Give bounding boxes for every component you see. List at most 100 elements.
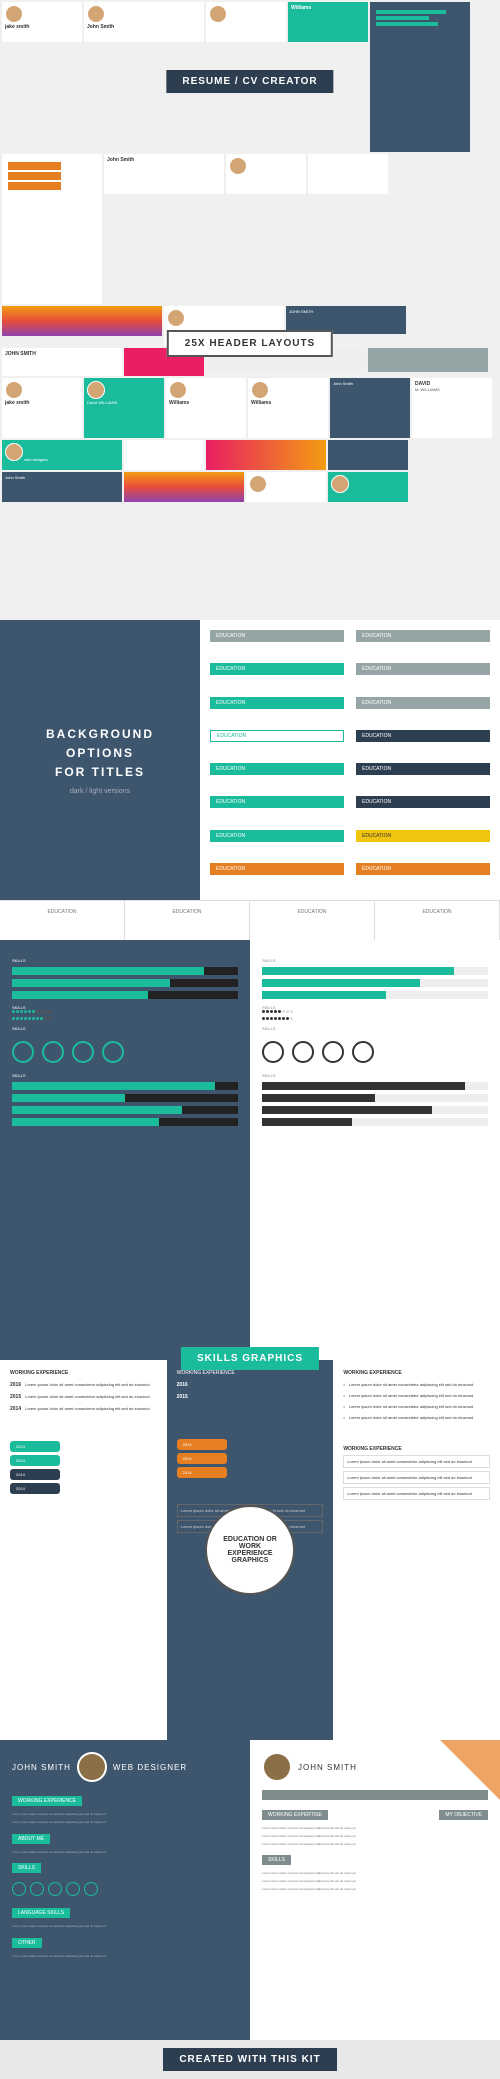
resume-light: JOHN SMITH WORKING EXPERTISE MY OBJECTIV… [250, 1740, 500, 2040]
skill-circle [30, 1882, 44, 1896]
header-thumb: John Smith [330, 378, 410, 438]
skill-bar [12, 991, 238, 999]
header-thumb: jake smith [2, 378, 82, 438]
skills-label: SKILLS [12, 1073, 238, 1078]
avatar [87, 5, 105, 23]
experience-section: WORKING EXPERIENCE 2016 Lorem ipsum dolor… [0, 1360, 500, 1740]
skill-bar [12, 1106, 238, 1114]
section-title: SKILLS [262, 1855, 291, 1865]
skill-bar [262, 979, 488, 987]
tab: EDUCATION [375, 901, 500, 940]
lorem: Lorem ipsum dolor sit amet consectetur a… [25, 1382, 150, 1388]
title-style: EDUCATION [356, 730, 490, 742]
skill-circle [12, 1041, 34, 1063]
timeline-item: 2014Lorem ipsum dolor sit amet consectet… [10, 1406, 157, 1412]
skill-circle [12, 1882, 26, 1896]
skills-label: SKILLS [12, 1026, 238, 1031]
year: 2015 [177, 1394, 188, 1400]
resume-header: JOHN SMITH WEB DESIGNER [12, 1752, 238, 1782]
skill-circles [12, 1041, 238, 1063]
year: 2016 [10, 1382, 21, 1388]
exp-heading: WORKING EXPERIENCE [343, 1446, 490, 1452]
avatar [5, 381, 23, 399]
avatar [77, 1752, 107, 1782]
title-style: EDUCATION [210, 663, 344, 675]
header-thumb-sunset [2, 306, 162, 336]
title-style: EDUCATION [210, 830, 344, 842]
year-bubble: 2014 [177, 1467, 227, 1478]
resume-name: JOHN SMITH [12, 1763, 71, 1772]
avatar [262, 1752, 292, 1782]
tab: EDUCATION [125, 901, 250, 940]
year: 2015 [10, 1394, 21, 1400]
resume-name: JOHN SMITH [298, 1763, 357, 1772]
skill-bar [12, 1082, 238, 1090]
resume-preview-light [2, 154, 102, 304]
skill-bar [262, 1082, 488, 1090]
year: 2016 [177, 1382, 188, 1388]
exp-box: Lorem ipsum dolor sit amet consectetur a… [343, 1455, 490, 1468]
section-title: WORKING EXPERTISE [262, 1810, 328, 1820]
contact-bar [262, 1790, 488, 1800]
header-thumb: John Smith [104, 154, 224, 194]
header-thumb: DAVIDM. WILLIAMS [412, 378, 492, 438]
year-bubble: 2014 [10, 1455, 60, 1466]
tab: EDUCATION [250, 901, 375, 940]
body-text: Lorem ipsum dolor sit amet consectetur a… [12, 1850, 238, 1855]
year-bubble: 2014 [10, 1441, 60, 1452]
header-thumb: John Smith [2, 472, 122, 502]
section-title: SKILLS [12, 1863, 41, 1873]
headers-section: jake smith John Smith Williams John Smit… [0, 0, 500, 620]
title-style: EDUCATION [210, 863, 344, 875]
card-name: John Smith [87, 24, 201, 30]
lorem: Lorem ipsum dolor sit amet consectetur a… [25, 1394, 150, 1400]
card-name: Williams [169, 400, 243, 406]
skill-circles [262, 1041, 488, 1063]
body-text: Lorem ipsum dolor sit amet consectetur a… [262, 1871, 488, 1876]
exp-box: Lorem ipsum dolor sit amet consectetur a… [343, 1471, 490, 1484]
card-name: jake smith [5, 24, 79, 30]
skills-label: SKILLS [262, 1026, 488, 1031]
title-tabs: EDUCATION EDUCATION EDUCATION EDUCATION [0, 900, 500, 940]
body-text: Lorem ipsum dolor sit amet consectetur a… [262, 1879, 488, 1884]
year-bubble: 2014 [177, 1453, 227, 1464]
tab: EDUCATION [0, 901, 125, 940]
skills-dark: SKILLS SKILLS SKILLS SKILLS [0, 940, 250, 1360]
avatar [229, 157, 247, 175]
header-thumb [328, 440, 408, 470]
body-text: Lorem ipsum dolor sit amet consectetur a… [262, 1826, 488, 1831]
skill-bar [262, 1094, 488, 1102]
timeline-item: 2016 Lorem ipsum dolor sit amet consectet… [10, 1382, 157, 1388]
header-thumb: web designer [2, 440, 122, 470]
skill-bar [12, 967, 238, 975]
card-name: John Smith [333, 381, 407, 386]
skill-circles [12, 1882, 238, 1896]
skill-circle [102, 1041, 124, 1063]
title-style: EDUCATION [210, 763, 344, 775]
header-thumb [124, 440, 204, 470]
avatar [209, 5, 227, 23]
body-text: Lorem ipsum dolor sit amet consectetur a… [12, 1954, 238, 1959]
header-thumb [368, 348, 488, 372]
titles-intro: BACKGROUND OPTIONS FOR TITLES dark / lig… [0, 620, 200, 900]
title-style: EDUCATION [356, 763, 490, 775]
exp-heading: WORKING EXPERIENCE [343, 1370, 490, 1376]
body-text: Lorem ipsum dolor sit amet consectetur a… [262, 1842, 488, 1847]
body-text: Lorem ipsum dolor sit amet consectetur a… [262, 1887, 488, 1892]
body-text: Lorem ipsum dolor sit amet consectetur a… [12, 1820, 238, 1825]
timeline-item: • Lorem ipsum dolor sit amet consectetur… [343, 1393, 490, 1398]
skill-circle [84, 1882, 98, 1896]
card-name: jake smith [5, 400, 79, 406]
header-thumb: Williams [248, 378, 328, 438]
section-title: ABOUT ME [12, 1834, 50, 1844]
card-name: John Smith [5, 475, 119, 480]
section-title: OTHER [12, 1938, 42, 1948]
body-text: Lorem ipsum dolor sit amet consectetur a… [12, 1924, 238, 1929]
skill-circle [66, 1882, 80, 1896]
card-name: John Smith [107, 157, 221, 163]
header-thumb [226, 154, 306, 194]
skill-dots [12, 1017, 238, 1020]
avatar [251, 381, 269, 399]
skill-bar [12, 1094, 238, 1102]
skill-dots [262, 1017, 488, 1020]
